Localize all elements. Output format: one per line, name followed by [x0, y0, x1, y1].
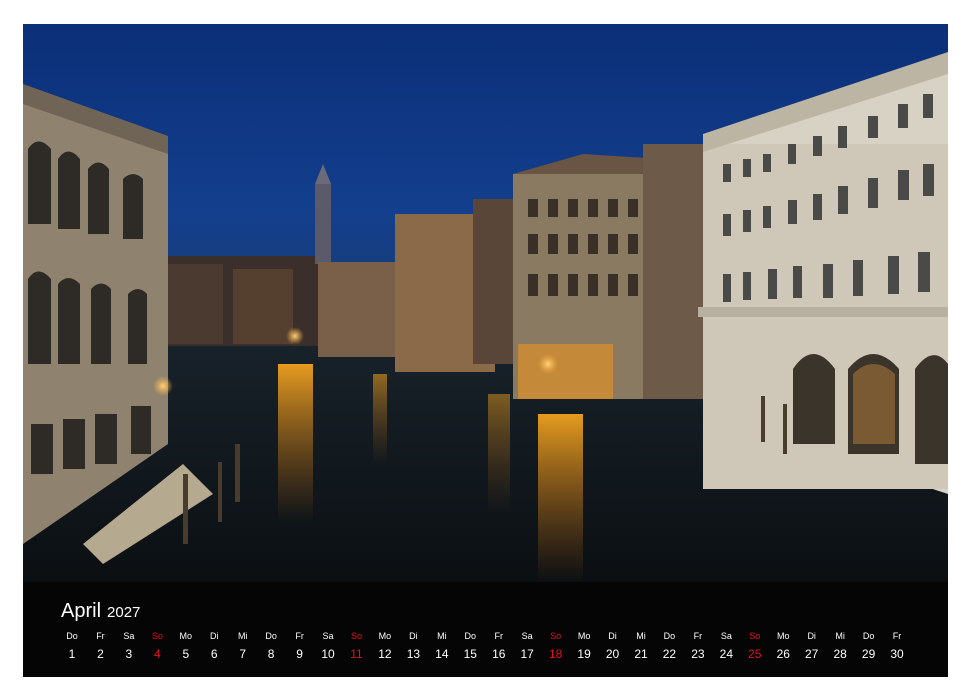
day-cell: So 18	[544, 630, 568, 663]
day-cell: Fr 9	[288, 630, 312, 663]
day-number: 9	[296, 647, 303, 661]
day-cell: Mo 19	[572, 630, 596, 663]
day-number: 6	[210, 647, 218, 661]
day-number: 1	[68, 647, 76, 661]
weekday-label: Mi	[437, 631, 447, 641]
weekday-label: Sa	[123, 631, 135, 641]
calendar-photo	[23, 24, 948, 582]
weekday-label: Di	[608, 631, 617, 641]
day-cell: Mo 12	[373, 630, 397, 663]
day-number: 4	[154, 647, 161, 661]
day-number: 17	[520, 647, 534, 661]
day-number: 19	[577, 647, 591, 661]
day-number: 11	[350, 647, 363, 661]
weekday-label: Mi	[237, 631, 248, 641]
day-cell: So 11	[345, 630, 369, 663]
weekday-label: So	[749, 631, 761, 641]
day-cell: Do 22	[657, 630, 681, 663]
day-number: 25	[748, 647, 762, 661]
day-cell: Do 15	[458, 630, 482, 663]
day-cell: Fr 30	[885, 630, 909, 663]
year-label: 2027	[107, 604, 141, 621]
weekday-label: Do	[862, 631, 875, 641]
day-cell: Mi 14	[430, 630, 454, 663]
day-cell: Di 20	[601, 630, 625, 663]
day-number: 3	[125, 647, 133, 661]
weekday-label: So	[350, 631, 362, 641]
weekday-label: Mo	[577, 631, 591, 641]
day-number: 7	[239, 647, 247, 661]
day-number: 18	[548, 647, 563, 661]
day-cell: Sa 17	[515, 630, 539, 663]
venice-canal-night-image	[23, 24, 948, 582]
weekday-label: Di	[409, 631, 418, 641]
day-cell: Mi 7	[231, 630, 255, 663]
weekday-label: So	[550, 631, 562, 641]
day-cell: Mi 28	[828, 630, 852, 663]
weekday-label: Di	[807, 631, 816, 641]
weekday-label: Mo	[378, 631, 392, 641]
weekday-label: Mo	[776, 631, 790, 641]
day-number: 14	[435, 647, 449, 661]
day-cell: Fr 2	[88, 630, 112, 663]
day-number: 12	[378, 647, 392, 661]
day-number: 15	[463, 647, 477, 661]
weekday-label: Fr	[96, 631, 105, 641]
day-cell: Fr 23	[686, 630, 710, 663]
month-name: April	[61, 600, 102, 622]
day-row: Do 1 Fr 2 Sa 3 So 4 Mo 5 Di 6 Mi 7 Do 8 Fr 9 Sa 10 So 11 Mo 12 D…	[23, 630, 948, 670]
day-number: 16	[492, 647, 506, 661]
day-cell: Do 1	[60, 630, 84, 663]
weekday-label: Sa	[322, 631, 334, 641]
day-number: 2	[97, 647, 104, 661]
day-number: 23	[691, 647, 705, 661]
day-number: 24	[719, 647, 734, 661]
weekday-label: Do	[265, 631, 277, 641]
day-number: 8	[267, 647, 275, 661]
day-number: 5	[182, 647, 190, 661]
weekday-label: Di	[210, 631, 219, 641]
day-cell: Di 6	[202, 630, 226, 663]
day-number: 21	[634, 647, 648, 661]
day-cell: Mi 21	[629, 630, 653, 663]
weekday-label: So	[151, 631, 163, 641]
day-cell: Sa 10	[316, 630, 340, 663]
day-cell: Sa 3	[117, 630, 141, 663]
day-cell: Mo 26	[771, 630, 795, 663]
day-cell: Mo 5	[174, 630, 198, 663]
weekday-label: Fr	[295, 631, 304, 641]
weekday-label: Mo	[179, 631, 193, 641]
day-number: 20	[605, 647, 620, 661]
weekday-label: Do	[464, 631, 477, 641]
day-cell: Di 13	[401, 630, 425, 663]
day-cell: Fr 16	[487, 630, 511, 663]
weekday-label: Sa	[521, 631, 533, 641]
weekday-label: Do	[663, 631, 676, 641]
day-number: 27	[805, 647, 819, 661]
day-cell: Di 27	[800, 630, 824, 663]
weekday-label: Fr	[892, 631, 902, 641]
day-number: 29	[861, 647, 876, 661]
weekday-label: Fr	[494, 631, 504, 641]
day-cell: So 4	[145, 630, 169, 663]
weekday-label: Mi	[636, 631, 646, 641]
calendar-month-bar: April 2027 Do 1 Fr 2 Sa 3 So 4 Mo 5 Di 6 Mi 7 Do 8 Fr 9 Sa…	[23, 582, 948, 677]
weekday-label: Fr	[693, 631, 703, 641]
month-header: April 2027	[61, 600, 140, 624]
day-cell: Do 29	[857, 630, 881, 663]
weekday-label: Do	[66, 631, 78, 641]
day-cell: So 25	[743, 630, 767, 663]
day-number: 10	[321, 647, 335, 661]
day-cell: Sa 24	[714, 630, 738, 663]
day-number: 22	[662, 647, 677, 661]
day-cell: Do 8	[259, 630, 283, 663]
day-number: 28	[833, 647, 847, 661]
day-number: 30	[890, 647, 904, 661]
day-number: 26	[776, 647, 790, 661]
weekday-label: Mi	[835, 631, 845, 641]
weekday-label: Sa	[720, 631, 732, 641]
day-number: 13	[406, 647, 421, 661]
